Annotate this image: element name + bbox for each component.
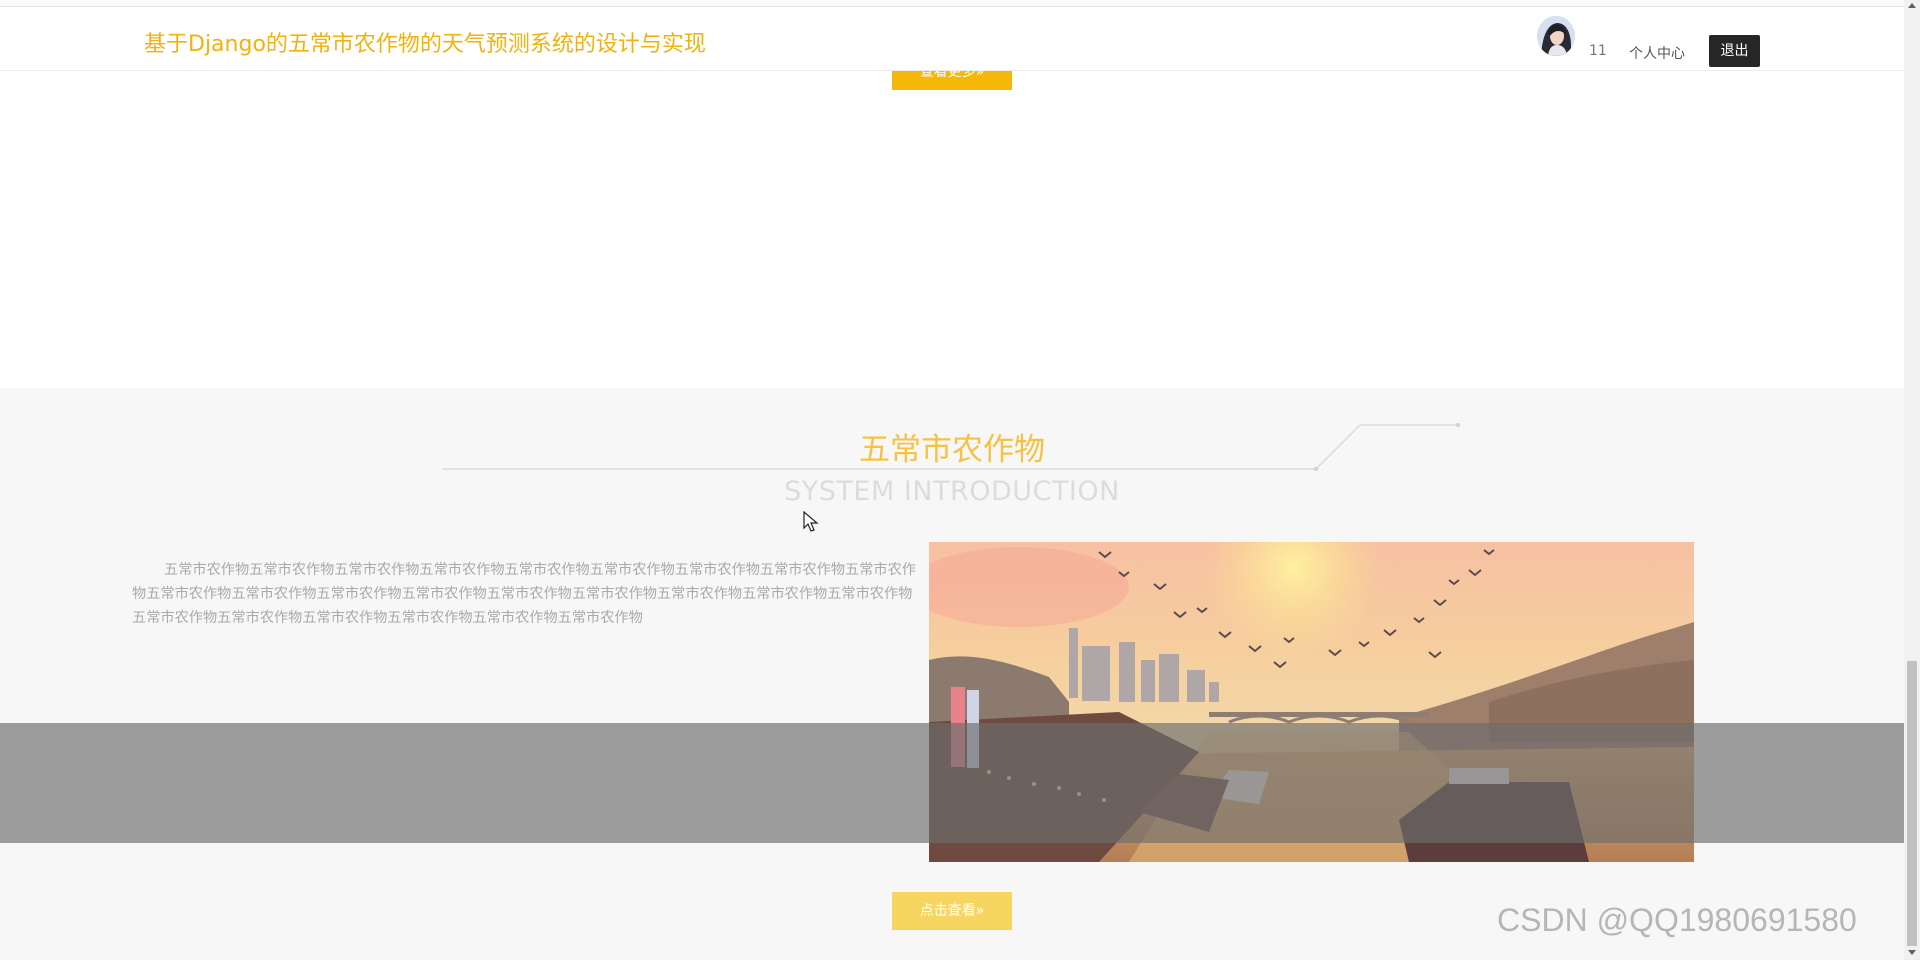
avatar-portrait-icon bbox=[1537, 16, 1575, 56]
section-subtitle: SYSTEM INTRODUCTION bbox=[784, 476, 1120, 507]
username-label: 11 bbox=[1589, 43, 1607, 59]
intro-text: 五常市农作物五常市农作物五常市农作物五常市农作物五常市农作物五常市农作物五常市农… bbox=[132, 562, 916, 626]
overlay-band bbox=[0, 723, 1904, 843]
scroll-thumb[interactable] bbox=[1907, 661, 1917, 946]
scroll-up-arrow-icon[interactable] bbox=[1908, 3, 1916, 8]
site-header: 基于Django的五常市农作物的天气预测系统的设计与实现 11 个人中心 退出 bbox=[0, 7, 1904, 71]
browser-top-edge bbox=[0, 0, 1904, 7]
watermark: CSDN @QQ1980691580 bbox=[1497, 902, 1857, 938]
profile-center-link[interactable]: 个人中心 bbox=[1629, 43, 1685, 63]
user-avatar[interactable] bbox=[1537, 16, 1575, 56]
page-scrollbar[interactable] bbox=[1904, 0, 1920, 960]
mouse-cursor-icon bbox=[803, 511, 819, 532]
click-view-button[interactable]: 点击查看» bbox=[892, 892, 1012, 930]
section-title: 五常市农作物 bbox=[859, 432, 1045, 468]
page: 查看更多» 基于Django的五常市农作物的天气预测系统的设计与实现 11 个人… bbox=[0, 0, 1920, 960]
scroll-down-arrow-icon[interactable] bbox=[1908, 950, 1916, 955]
site-title: 基于Django的五常市农作物的天气预测系统的设计与实现 bbox=[144, 32, 706, 57]
logout-button[interactable]: 退出 bbox=[1709, 35, 1760, 67]
